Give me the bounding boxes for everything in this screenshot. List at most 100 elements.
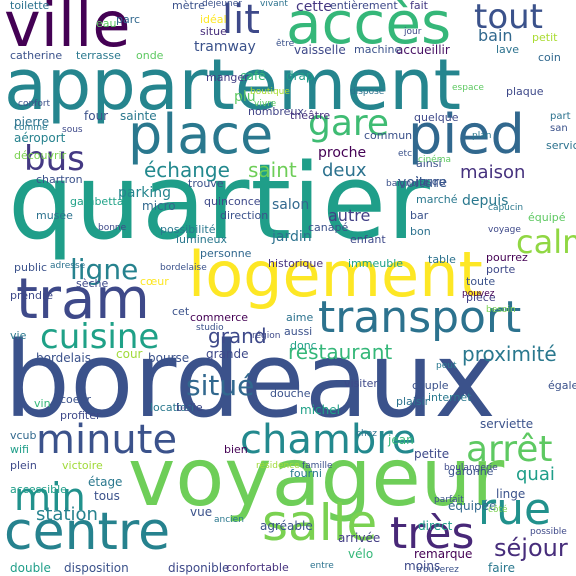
word-espace: espace: [452, 83, 484, 93]
word-porte: porte: [486, 263, 516, 276]
word-cloud: quartier bordeaux appartement voyageur l…: [0, 0, 576, 576]
word-cinema: cinéma: [418, 155, 451, 165]
word-confort: confort: [18, 99, 51, 109]
word-entierement: entièrement: [330, 0, 398, 12]
word-possible: possible: [530, 527, 567, 537]
word-canape: canapé: [308, 221, 349, 234]
word-region: région: [252, 331, 281, 341]
word-minute: minute: [36, 417, 178, 463]
word-chartron: chartron: [36, 173, 83, 186]
word-internet: internet: [428, 391, 472, 404]
word-dejeuner: déjeuner: [202, 0, 242, 9]
word-direction: direction: [220, 209, 269, 222]
word-quinconce: quinconce: [204, 195, 261, 208]
word-historique: historique: [268, 257, 324, 270]
word-marche: marché: [416, 193, 458, 206]
word-trouverez: trouverez: [416, 565, 459, 575]
word-cour: cour: [116, 347, 143, 361]
word-accessible: accessible: [10, 483, 67, 496]
word-situe-small: situe: [200, 25, 227, 38]
word-salon: salon: [272, 197, 310, 213]
word-famille: famille: [302, 461, 333, 471]
word-personne: personne: [200, 247, 252, 260]
word-jardin: jardin: [272, 229, 312, 245]
word-bordelaise: bordelaise: [160, 263, 207, 273]
word-boulangerie: boulangerie: [444, 463, 498, 473]
word-terrasse: terrasse: [76, 49, 121, 62]
word-baignoire: baignoire: [386, 179, 429, 189]
word-accueillir: accueillir: [396, 43, 450, 57]
word-cette: cette: [296, 0, 332, 15]
word-grande: grande: [206, 347, 249, 361]
word-vie: vie: [10, 329, 27, 342]
word-douche: douche: [270, 387, 311, 400]
word-sainte: sainte: [120, 109, 157, 123]
word-velo: vélo: [348, 547, 374, 561]
word-residence: résidence: [256, 461, 300, 471]
word-bien: bien: [224, 443, 248, 456]
word-belle: belle: [176, 401, 203, 414]
word-wifi: wifi: [10, 443, 29, 456]
word-aeroport: aéroport: [14, 131, 66, 145]
word-decouvrir: découvrir: [14, 149, 67, 162]
word-san: san: [550, 123, 568, 134]
word-adresse: adresse: [50, 261, 86, 271]
word-etc: etc: [398, 149, 413, 159]
word-pouvez: pouvez: [462, 289, 495, 299]
word-faire: faire: [488, 561, 515, 575]
word-fait: fait: [410, 0, 428, 12]
word-etre: être: [276, 39, 295, 49]
word-comme: comme: [14, 123, 48, 133]
word-arrivee: arrivée: [338, 531, 381, 545]
word-situe: situé: [186, 369, 255, 402]
word-remarque: remarque: [414, 547, 473, 561]
word-quelque: quelque: [414, 111, 459, 124]
word-tous: tous: [94, 489, 120, 503]
word-seche: sèche: [76, 277, 109, 290]
word-equipe: équipé: [528, 211, 566, 224]
word-etage: étage: [88, 475, 123, 489]
word-saint: saint: [248, 158, 297, 182]
word-michel: michel: [300, 403, 340, 417]
word-immeuble: immeuble: [348, 257, 404, 270]
word-agreable: agréable: [260, 519, 313, 533]
word-gambetta: gambetta: [70, 195, 124, 208]
word-proche: proche: [318, 145, 367, 161]
word-coin: coin: [538, 51, 561, 64]
word-petit: petit: [532, 31, 558, 44]
word-coeur: coeur: [60, 393, 92, 406]
word-manger: manger: [206, 71, 249, 84]
word-confortable: confortable: [226, 561, 289, 574]
word-disponible: disponible: [168, 561, 230, 575]
word-double: double: [10, 561, 51, 575]
word-musee: musée: [36, 209, 73, 222]
word-cet: cet: [172, 305, 190, 318]
word-parfait: parfait: [434, 495, 464, 505]
word-four: four: [84, 109, 109, 123]
word-table: table: [428, 253, 456, 266]
word-vin: vin: [34, 397, 51, 410]
word-enfant: enfant: [350, 233, 386, 246]
word-donc: donc: [290, 339, 317, 352]
word-pourrez: pourrez: [486, 251, 528, 264]
word-eau: eau: [96, 17, 117, 30]
word-disposition: disposition: [64, 561, 129, 575]
word-parking: parking: [118, 185, 171, 201]
word-bon: bon: [410, 225, 431, 238]
word-public: public: [14, 261, 48, 274]
word-quai: quai: [516, 464, 555, 485]
word-sejour: séjour: [494, 534, 568, 562]
word-petite: petite: [414, 447, 450, 461]
word-jean: jean: [388, 433, 414, 447]
word-vivant: vivant: [260, 0, 288, 9]
word-aime: aime: [286, 311, 314, 324]
word-serviette: serviette: [480, 417, 534, 431]
word-machine: machine: [354, 43, 402, 56]
word-proximite: proximité: [462, 342, 557, 366]
word-boutique: boutique: [250, 87, 290, 97]
word-plaque: plaque: [506, 85, 544, 98]
word-bordelais: bordelais: [36, 351, 91, 365]
word-plein: plein: [10, 459, 37, 472]
word-studio: studio: [196, 323, 224, 333]
word-lave: lave: [496, 43, 520, 56]
